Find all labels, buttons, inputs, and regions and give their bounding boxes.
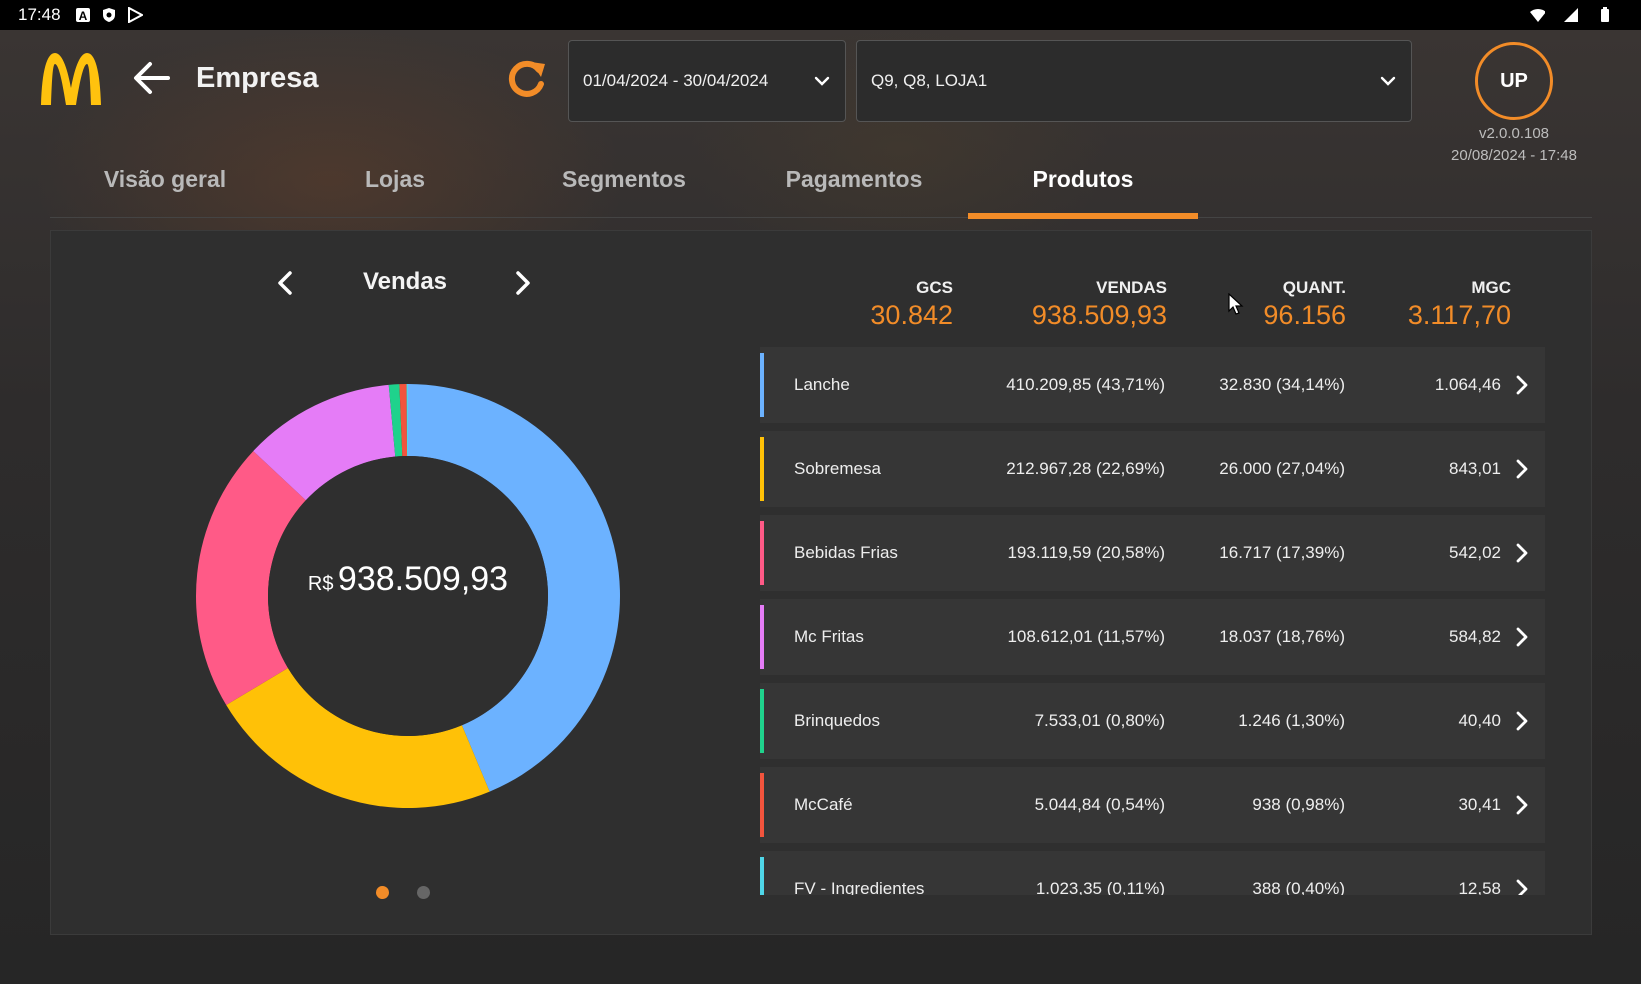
notification-a-icon: A [75, 7, 91, 23]
category-sales: 7.533,01 (0,80%) [1034, 711, 1165, 730]
mcdonalds-logo [38, 50, 104, 106]
avatar[interactable]: UP [1475, 42, 1553, 120]
chevron-right-icon [1516, 879, 1528, 895]
chevron-right-icon[interactable] [504, 265, 540, 301]
kpi-quantity-label: QUANT. [1282, 278, 1346, 297]
kpi-gcs-label: GCS [916, 278, 953, 297]
list-item[interactable]: FV - Ingredientes 1.023,35 (0,11%) 388 (… [760, 851, 1545, 895]
category-sales: 212.967,28 (22,69%) [1006, 459, 1165, 478]
mouse-pointer-icon [1228, 293, 1244, 315]
category-mgc: 1.064,46 [1434, 375, 1501, 394]
chevron-down-icon [814, 76, 830, 86]
tab-visao-geral[interactable]: Visão geral [50, 150, 280, 218]
tab-pagamentos[interactable]: Pagamentos [739, 150, 969, 218]
play-store-icon [127, 7, 143, 23]
chevron-right-icon [1516, 375, 1528, 395]
chevron-right-icon [1516, 627, 1528, 647]
chevron-right-icon [1516, 795, 1528, 815]
category-name: Lanche [794, 375, 850, 394]
wifi-icon [1529, 7, 1545, 23]
category-mgc: 542,02 [1449, 543, 1501, 562]
status-bar: 17:48 A [0, 0, 1641, 30]
category-quantity: 938 (0,98%) [1252, 795, 1345, 814]
tab-bar: Visão geral Lojas Segmentos Pagamentos P… [50, 150, 1592, 219]
category-sales: 193.119,59 (20,58%) [1007, 543, 1165, 562]
category-color-bar [760, 353, 764, 417]
tab-lojas[interactable]: Lojas [280, 150, 510, 218]
category-quantity: 26.000 (27,04%) [1219, 459, 1345, 478]
list-item[interactable]: Brinquedos 7.533,01 (0,80%) 1.246 (1,30%… [760, 683, 1545, 759]
category-name: FV - Ingredientes [794, 879, 925, 895]
chart-title: Vendas [362, 268, 448, 295]
category-mgc: 584,82 [1449, 627, 1501, 646]
tab-produtos[interactable]: Produtos [968, 150, 1198, 219]
category-color-bar [760, 689, 764, 753]
kpi-sales-value: 938.509,93 [1031, 300, 1167, 330]
tab-segmentos[interactable]: Segmentos [509, 150, 739, 218]
category-quantity: 388 (0,40%) [1252, 879, 1345, 895]
date-range-select[interactable]: 01/04/2024 - 30/04/2024 [568, 40, 846, 122]
back-arrow-icon[interactable] [130, 58, 174, 98]
list-item[interactable]: McCafé 5.044,84 (0,54%) 938 (0,98%) 30,4… [760, 767, 1545, 843]
category-sales: 1.023,35 (0,11%) [1035, 879, 1165, 895]
category-name: Sobremesa [794, 459, 881, 478]
category-name: Bebidas Frias [794, 543, 898, 562]
kpi-quantity-value: 96.156 [1263, 300, 1346, 330]
store-select[interactable]: Q9, Q8, LOJA1 [856, 40, 1412, 122]
signal-icon [1563, 7, 1579, 23]
battery-icon [1597, 7, 1613, 23]
category-sales: 108.612,01 (11,57%) [1007, 627, 1165, 646]
refresh-icon[interactable] [503, 56, 549, 102]
store-select-value: Q9, Q8, LOJA1 [871, 71, 988, 90]
category-name: Brinquedos [794, 711, 881, 730]
category-color-bar [760, 521, 764, 585]
kpi-mgc: MGC 3.117,70 [1408, 278, 1511, 331]
kpi-quantity: QUANT. 96.156 [1263, 278, 1346, 331]
list-item[interactable]: Bebidas Frias 193.119,59 (20,58%) 16.717… [760, 515, 1545, 591]
date-range-value: 01/04/2024 - 30/04/2024 [583, 71, 769, 90]
category-mgc: 30,41 [1458, 795, 1501, 814]
kpi-gcs-value: 30.842 [870, 300, 953, 330]
page-indicator-2[interactable] [417, 886, 430, 899]
version-label: v2.0.0.108 [1478, 125, 1550, 142]
svg-text:A: A [78, 9, 87, 23]
chevron-down-icon [1380, 76, 1396, 86]
shield-icon [101, 7, 117, 23]
product-list: Lanche 410.209,85 (43,71%) 32.830 (34,14… [760, 347, 1545, 895]
kpi-mgc-value: 3.117,70 [1407, 300, 1511, 330]
donut-center-total: R$ 938.509,93 [258, 560, 558, 599]
total-sales-value: 938.509,93 [337, 560, 509, 598]
category-color-bar [760, 857, 764, 895]
page-title: Empresa [196, 62, 319, 94]
category-color-bar [760, 773, 764, 837]
chevron-right-icon [1516, 459, 1528, 479]
currency-symbol: R$ [307, 573, 334, 595]
chevron-left-icon[interactable] [268, 265, 304, 301]
kpi-gcs: GCS 30.842 [870, 278, 953, 331]
category-name: McCafé [794, 795, 853, 814]
category-quantity: 1.246 (1,30%) [1238, 711, 1345, 730]
category-quantity: 18.037 (18,76%) [1219, 627, 1345, 646]
category-sales: 5.044,84 (0,54%) [1034, 795, 1165, 814]
category-mgc: 843,01 [1449, 459, 1501, 478]
category-mgc: 40,40 [1458, 711, 1501, 730]
kpi-sales: VENDAS 938.509,93 [1032, 278, 1167, 331]
kpi-sales-label: VENDAS [1096, 278, 1167, 297]
list-item[interactable]: Lanche 410.209,85 (43,71%) 32.830 (34,14… [760, 347, 1545, 423]
list-item[interactable]: Sobremesa 212.967,28 (22,69%) 26.000 (27… [760, 431, 1545, 507]
category-color-bar [760, 605, 764, 669]
category-sales: 410.209,85 (43,71%) [1006, 375, 1165, 394]
category-quantity: 16.717 (17,39%) [1219, 543, 1345, 562]
chevron-right-icon [1516, 543, 1528, 563]
chevron-right-icon [1516, 711, 1528, 731]
category-name: Mc Fritas [794, 627, 864, 646]
status-time: 17:48 [18, 5, 61, 24]
category-color-bar [760, 437, 764, 501]
kpi-mgc-label: MGC [1471, 278, 1511, 297]
category-mgc: 12,58 [1458, 879, 1501, 895]
category-quantity: 32.830 (34,14%) [1219, 375, 1345, 394]
list-item[interactable]: Mc Fritas 108.612,01 (11,57%) 18.037 (18… [760, 599, 1545, 675]
page-indicator-1[interactable] [376, 886, 389, 899]
